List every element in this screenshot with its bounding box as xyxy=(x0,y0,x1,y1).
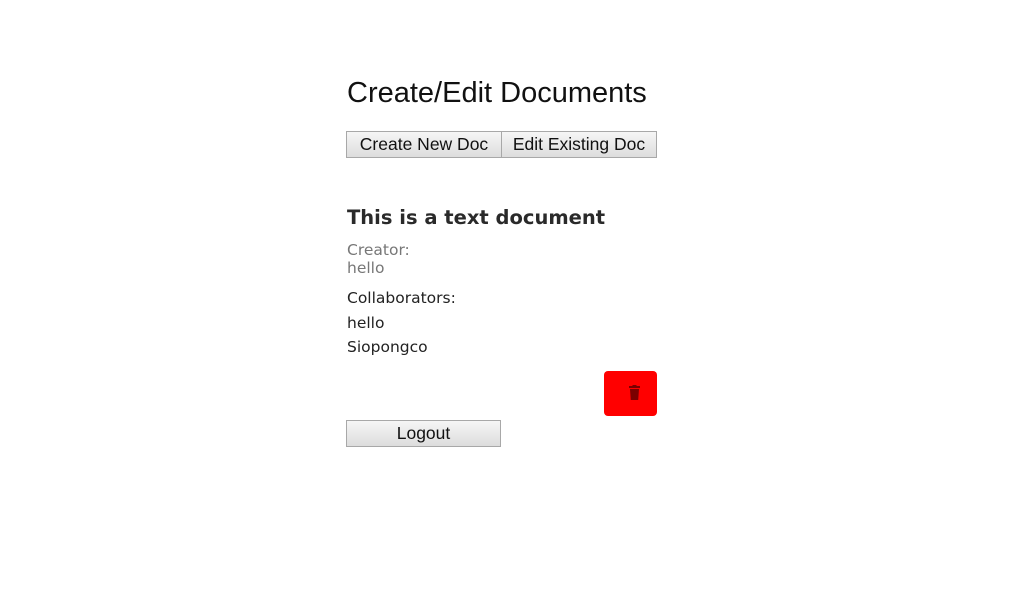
creator-label: Creator: xyxy=(347,241,410,259)
delete-document-button[interactable] xyxy=(604,371,657,416)
edit-existing-doc-button[interactable]: Edit Existing Doc xyxy=(501,131,657,158)
logout-button[interactable]: Logout xyxy=(346,420,501,447)
collaborator-item: hello xyxy=(347,314,385,332)
document-title: This is a text document xyxy=(347,206,606,229)
collaborators-list: hello Siopongco xyxy=(347,311,428,359)
page-title: Create/Edit Documents xyxy=(347,77,647,109)
creator-value: hello xyxy=(347,259,385,277)
trash-icon xyxy=(629,385,640,400)
collaborators-label: Collaborators: xyxy=(347,289,456,307)
collaborator-item: Siopongco xyxy=(347,338,428,356)
create-new-doc-button[interactable]: Create New Doc xyxy=(346,131,502,158)
